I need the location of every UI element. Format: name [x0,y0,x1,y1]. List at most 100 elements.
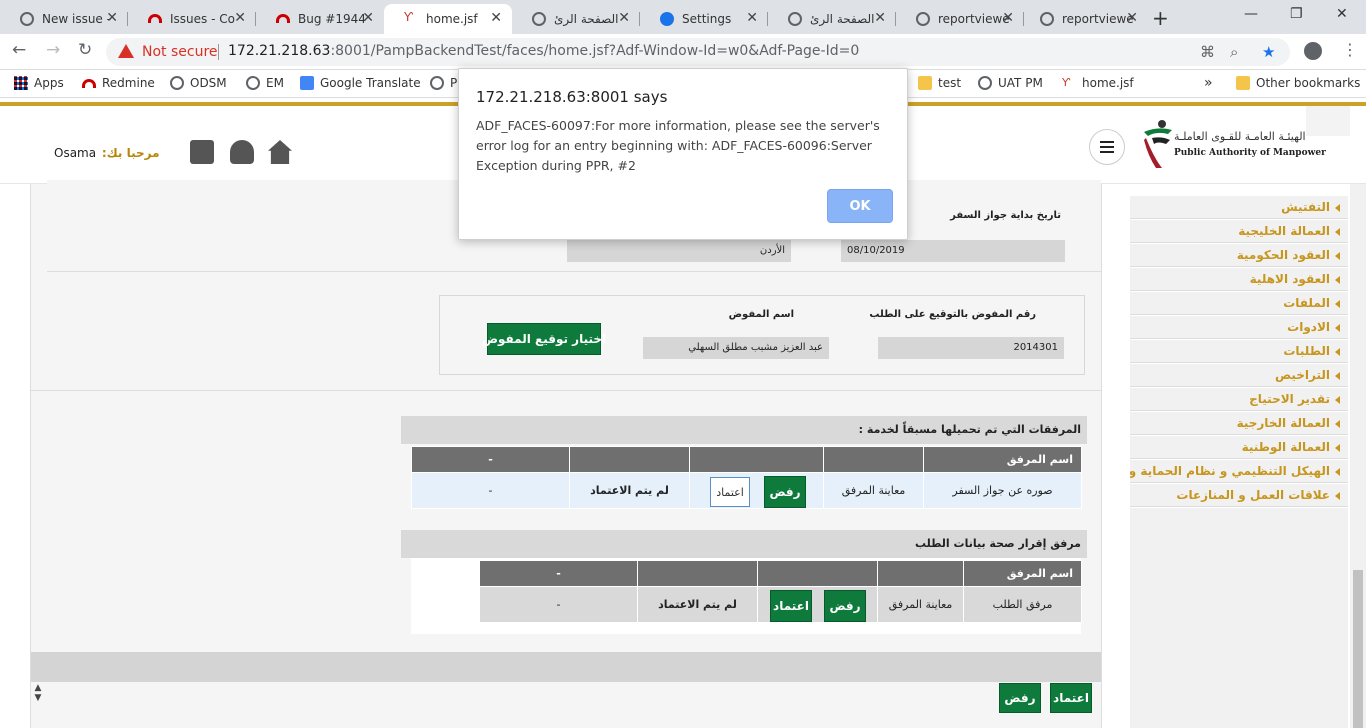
delegate-number-field[interactable]: 2014301 [878,337,1064,359]
final-approve-button[interactable]: اعتماد [1050,683,1092,713]
sidebar-item-national-labor[interactable]: العمالة الوطنية [1130,436,1348,459]
final-reject-button[interactable]: رفض [999,683,1041,713]
view-attachment-link[interactable]: معاينة المرفق [823,472,924,509]
tab-close-icon[interactable]: ✕ [746,10,758,26]
home-icon[interactable] [268,140,292,164]
choose-delegate-signature-button[interactable]: اختيار توقيع المفوض [482,323,606,355]
hamburger-line [1100,141,1114,143]
browser-tab[interactable]: Issues - Co ✕ [128,4,256,34]
sidebar-item-files[interactable]: الملفات [1130,292,1348,315]
scroll-down-arrow-icon[interactable]: ▼ [31,693,45,703]
chevron-left-icon [1335,420,1340,428]
approve-attachment-button[interactable]: اعتماد [710,477,750,507]
bookmark-em[interactable]: EM [246,76,284,90]
browser-tab[interactable]: New issue - ✕ [0,4,128,34]
bookmark-google-translate[interactable]: Google Translate [300,76,421,90]
column-header [877,560,964,587]
extra-cell: - [411,472,570,509]
scroll-up-arrow-icon[interactable]: ▲ [31,683,45,693]
column-header [569,446,690,473]
reject-attachment-button[interactable]: رفض [764,476,806,508]
sidebar-item-needs-estimation[interactable]: تقدير الاحتياج [1130,388,1348,411]
bookmark-test[interactable]: test [918,76,961,90]
sidebar-item-org-structure[interactable]: الهيكل التنظيمي و نظام الحماية و الامن [1130,460,1348,483]
scrollbar-thumb[interactable] [1353,570,1363,728]
approve-attachment-button[interactable]: اعتماد [770,590,812,622]
tab-close-icon[interactable]: ✕ [362,10,374,26]
other-bookmarks[interactable]: Other bookmarks [1236,76,1360,90]
translate-icon[interactable]: ⌘ [1200,43,1215,61]
inner-scrollbar[interactable]: ▲ ▼ [31,683,45,728]
bookmark-home[interactable]: Ƴhome.jsf [1062,76,1134,90]
back-arrow-icon[interactable]: ← [12,40,26,60]
bookmark-redmine[interactable]: Redmine [82,76,155,90]
chevron-left-icon [1335,444,1340,452]
warning-icon[interactable] [118,44,134,58]
column-header: - [479,560,638,587]
attachment-name-cell: صوره عن جواز السفر [923,472,1082,509]
country-field[interactable]: الأردن [567,240,791,262]
bookmark-uat-pm[interactable]: UAT PM [978,76,1043,90]
sidebar-item-requests[interactable]: الطلبات [1130,340,1348,363]
fork-icon: Ƴ [1062,76,1071,89]
tab-close-icon[interactable]: ✕ [618,10,630,26]
dialog-ok-button[interactable]: OK [827,189,893,223]
more-bookmarks-button[interactable]: » [1204,75,1213,91]
zoom-icon[interactable]: ⌕ [1230,43,1238,61]
profile-avatar-icon[interactable] [1304,42,1322,60]
sidebar-item-tools[interactable]: الادوات [1130,316,1348,339]
passport-start-field[interactable]: 08/10/2019 [841,240,1065,262]
sidebar-item-licenses[interactable]: التراخيص [1130,364,1348,387]
delegate-name-field[interactable]: عبد العزيز مشبب مطلق السهلي [643,337,829,359]
reject-attachment-button[interactable]: رفض [824,590,866,622]
attachments-section-title: المرفقات التي تم تحميلها مسبقاً لخدمة : [401,416,1087,444]
tab-close-icon[interactable]: ✕ [234,10,246,26]
browser-tab[interactable]: Settings ✕ [640,4,768,34]
view-attachment-link[interactable]: معاينة المرفق [877,586,964,623]
hamburger-menu-button[interactable] [1089,129,1125,165]
close-window-button[interactable]: ✕ [1336,6,1348,22]
browser-tab[interactable]: reportviewe ✕ [1020,4,1148,34]
user-profile-icon[interactable] [230,140,254,164]
chevron-left-icon [1335,228,1340,236]
forward-arrow-icon[interactable]: → [46,40,60,60]
table-row: صوره عن جواز السفر معاينة المرفق اعتماد … [411,472,1082,509]
tab-close-icon[interactable]: ✕ [874,10,886,26]
maximize-button[interactable]: ❐ [1290,6,1303,22]
sidebar-item-labor-relations[interactable]: علاقات العمل و المنازعات [1130,484,1348,507]
bookmark-star-icon[interactable]: ★ [1262,43,1275,61]
tab-close-icon[interactable]: ✕ [1002,10,1014,26]
globe-icon [246,76,260,90]
new-tab-button[interactable]: + [1152,6,1169,30]
browser-tab[interactable]: الصفحة الرئ ✕ [512,4,640,34]
bookmark-apps[interactable]: Apps [14,76,64,90]
reload-icon[interactable]: ↻ [78,40,92,60]
hamburger-line [1100,146,1114,148]
page-scrollbar[interactable] [1350,184,1366,728]
sidebar-item-private-contracts[interactable]: العقود الاهلية [1130,268,1348,291]
sidebar-item-foreign-labor[interactable]: العمالة الخارجية [1130,412,1348,435]
browser-tab-active[interactable]: Ƴ home.jsf ✕ [384,4,512,34]
sidebar-item-gulf-labor[interactable]: العمالة الخليجية [1130,220,1348,243]
url-text[interactable]: 172.21.218.63:8001/PampBackendTest/faces… [228,43,859,59]
browser-tab[interactable]: الصفحة الرئ ✕ [768,4,896,34]
tab-close-icon[interactable]: ✕ [106,10,118,26]
not-secure-label[interactable]: Not secure [142,44,218,60]
sidebar-item-inspection[interactable]: التفتيش [1130,196,1348,219]
delegate-panel: رقم المفوض بالتوقيع على الطلب اسم المفوض… [439,295,1085,375]
table-header-row: اسم المرفق - [479,560,1082,587]
logout-icon[interactable] [190,140,214,164]
bookmark-p[interactable]: P [430,76,457,90]
minimize-button[interactable]: — [1244,6,1258,22]
globe-icon [916,12,930,26]
tab-close-icon[interactable]: ✕ [490,10,502,26]
url-divider [218,44,219,60]
sidebar-item-government-contracts[interactable]: العقود الحكومية [1130,244,1348,267]
column-header-attachment-name: اسم المرفق [963,560,1082,587]
browser-tab[interactable]: reportviewe ✕ [896,4,1024,34]
browser-tab[interactable]: Bug #1944 ✕ [256,4,384,34]
bookmark-odsm[interactable]: ODSM [170,76,227,90]
menu-kebab-icon[interactable]: ⋮ [1342,40,1358,59]
url-omnibox[interactable]: Not secure 172.21.218.63:8001/PampBacken… [106,38,1290,66]
tab-close-icon[interactable]: ✕ [1126,10,1138,26]
